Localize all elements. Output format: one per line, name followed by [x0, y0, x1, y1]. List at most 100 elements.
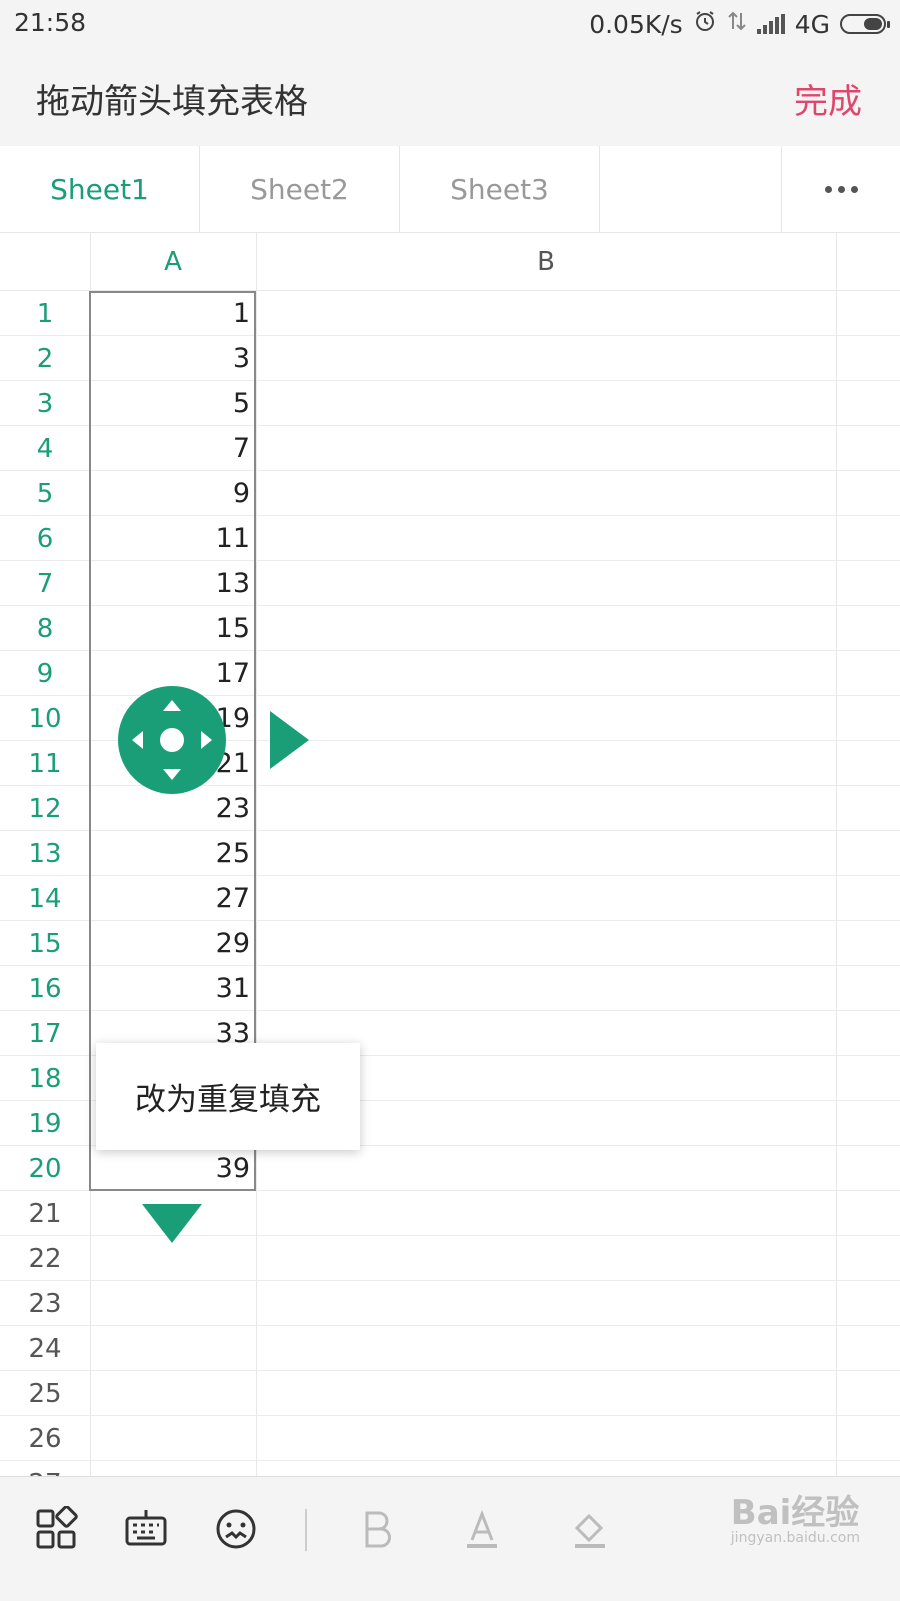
cell-a[interactable]: 9 [90, 471, 256, 516]
row-header[interactable]: 3 [0, 381, 90, 426]
arrow-left-icon [132, 731, 143, 749]
tab-spacer [600, 146, 782, 232]
row-header[interactable]: 23 [0, 1281, 90, 1326]
row-header[interactable]: 10 [0, 696, 90, 741]
page-title: 拖动箭头填充表格 [36, 82, 308, 122]
table-row: 12 23 [0, 786, 900, 831]
cell-a[interactable] [90, 1416, 256, 1461]
move-handle[interactable] [118, 686, 226, 794]
row-header[interactable]: 7 [0, 561, 90, 606]
row-header[interactable]: 20 [0, 1146, 90, 1191]
cell-a[interactable]: 1 [90, 291, 256, 336]
fill-color-icon[interactable] [560, 1499, 620, 1559]
row-header[interactable]: 22 [0, 1236, 90, 1281]
column-header-c[interactable] [836, 233, 900, 291]
row-header[interactable]: 15 [0, 921, 90, 966]
tab-sheet3[interactable]: Sheet3 [400, 146, 600, 232]
row-header[interactable]: 25 [0, 1371, 90, 1416]
table-row: 6 11 [0, 516, 900, 561]
watermark-logo: Bai经验 jingyan.baidu.com [731, 1485, 860, 1546]
row-header[interactable]: 2 [0, 336, 90, 381]
cell-a[interactable]: 27 [90, 876, 256, 921]
cell-a[interactable]: 31 [90, 966, 256, 1011]
center-dot-icon [160, 728, 184, 752]
toolbar-divider [305, 1509, 307, 1551]
row-header[interactable]: 21 [0, 1191, 90, 1236]
table-row: 16 31 [0, 966, 900, 1011]
row-header[interactable]: 11 [0, 741, 90, 786]
row-header[interactable]: 14 [0, 876, 90, 921]
cell-a[interactable]: 5 [90, 381, 256, 426]
emoji-icon[interactable] [206, 1499, 266, 1559]
cell-a[interactable] [90, 1326, 256, 1371]
network-speed: 0.05K/s [589, 9, 683, 39]
apps-grid-icon[interactable] [26, 1499, 86, 1559]
cell-a[interactable]: 15 [90, 606, 256, 651]
table-row: 8 15 [0, 606, 900, 651]
table-row: 23 [0, 336, 900, 381]
arrow-up-icon [163, 700, 181, 711]
table-row: 23 [0, 1281, 900, 1326]
row-header[interactable]: 17 [0, 1011, 90, 1056]
cell-a[interactable]: 7 [90, 426, 256, 471]
row-header[interactable]: 18 [0, 1056, 90, 1101]
alarm-icon [693, 9, 717, 39]
cell-a[interactable]: 3 [90, 336, 256, 381]
table-row: 11 [0, 291, 900, 336]
column-header-b[interactable]: B [256, 233, 836, 291]
row-header[interactable]: 26 [0, 1416, 90, 1461]
row-header[interactable]: 4 [0, 426, 90, 471]
spreadsheet-grid[interactable]: A B 1 1 2 3 3 5 4 7 5 9 6 11 7 13 8 15 9 17 10 19 11 21 12 23 13… [0, 233, 900, 1503]
table-row: 59 [0, 471, 900, 516]
cell-a[interactable]: 29 [90, 921, 256, 966]
font-color-icon[interactable] [452, 1499, 512, 1559]
table-row: 35 [0, 381, 900, 426]
table-row: 20 39 [0, 1146, 900, 1191]
row-header[interactable]: 19 [0, 1101, 90, 1146]
cell-a[interactable]: 25 [90, 831, 256, 876]
corner-header [0, 233, 90, 291]
done-button[interactable]: 完成 [794, 74, 862, 123]
watermark-subtext: jingyan.baidu.com [730, 1530, 860, 1546]
fill-down-arrow-icon[interactable] [142, 1204, 202, 1243]
row-header[interactable]: 9 [0, 651, 90, 696]
row-header[interactable]: 8 [0, 606, 90, 651]
arrow-right-icon [201, 731, 212, 749]
data-arrows-icon [727, 9, 747, 39]
table-row: 26 [0, 1416, 900, 1461]
row-header[interactable]: 16 [0, 966, 90, 1011]
row-header[interactable]: 6 [0, 516, 90, 561]
table-row: 24 [0, 1326, 900, 1371]
cell-a[interactable]: 13 [90, 561, 256, 606]
table-row: 13 25 [0, 831, 900, 876]
table-row: 47 [0, 426, 900, 471]
row-header[interactable]: 1 [0, 291, 90, 336]
arrow-down-icon [163, 769, 181, 780]
cell-a[interactable]: 39 [90, 1146, 256, 1191]
tab-sheet2[interactable]: Sheet2 [200, 146, 400, 232]
table-row: 22 [0, 1236, 900, 1281]
row-header[interactable]: 24 [0, 1326, 90, 1371]
repeat-fill-popup[interactable]: 改为重复填充 [96, 1043, 360, 1150]
column-header-a[interactable]: A [90, 233, 256, 291]
signal-icon [756, 14, 785, 34]
table-row: 15 29 [0, 921, 900, 966]
row-header[interactable]: 12 [0, 786, 90, 831]
keyboard-icon[interactable] [116, 1499, 176, 1559]
status-right: 0.05K/s 4G [589, 8, 890, 40]
sheet-tabs: Sheet1 Sheet2 Sheet3 [0, 146, 900, 233]
row-header[interactable]: 13 [0, 831, 90, 876]
watermark-text: Bai经验 [730, 1493, 860, 1533]
tab-sheet1[interactable]: Sheet1 [0, 146, 200, 232]
cell-a[interactable] [90, 1371, 256, 1416]
cell-a[interactable]: 11 [90, 516, 256, 561]
more-icon[interactable] [782, 146, 900, 232]
title-bar: 拖动箭头填充表格 完成 [0, 48, 900, 147]
cell-a[interactable] [90, 1281, 256, 1326]
network-type: 4G [794, 9, 830, 39]
fill-right-arrow-icon[interactable] [270, 711, 309, 769]
bold-icon[interactable] [346, 1499, 406, 1559]
table-row: 14 27 [0, 876, 900, 921]
row-header[interactable]: 5 [0, 471, 90, 516]
bottom-toolbar: Bai经验 jingyan.baidu.com [0, 1476, 900, 1601]
